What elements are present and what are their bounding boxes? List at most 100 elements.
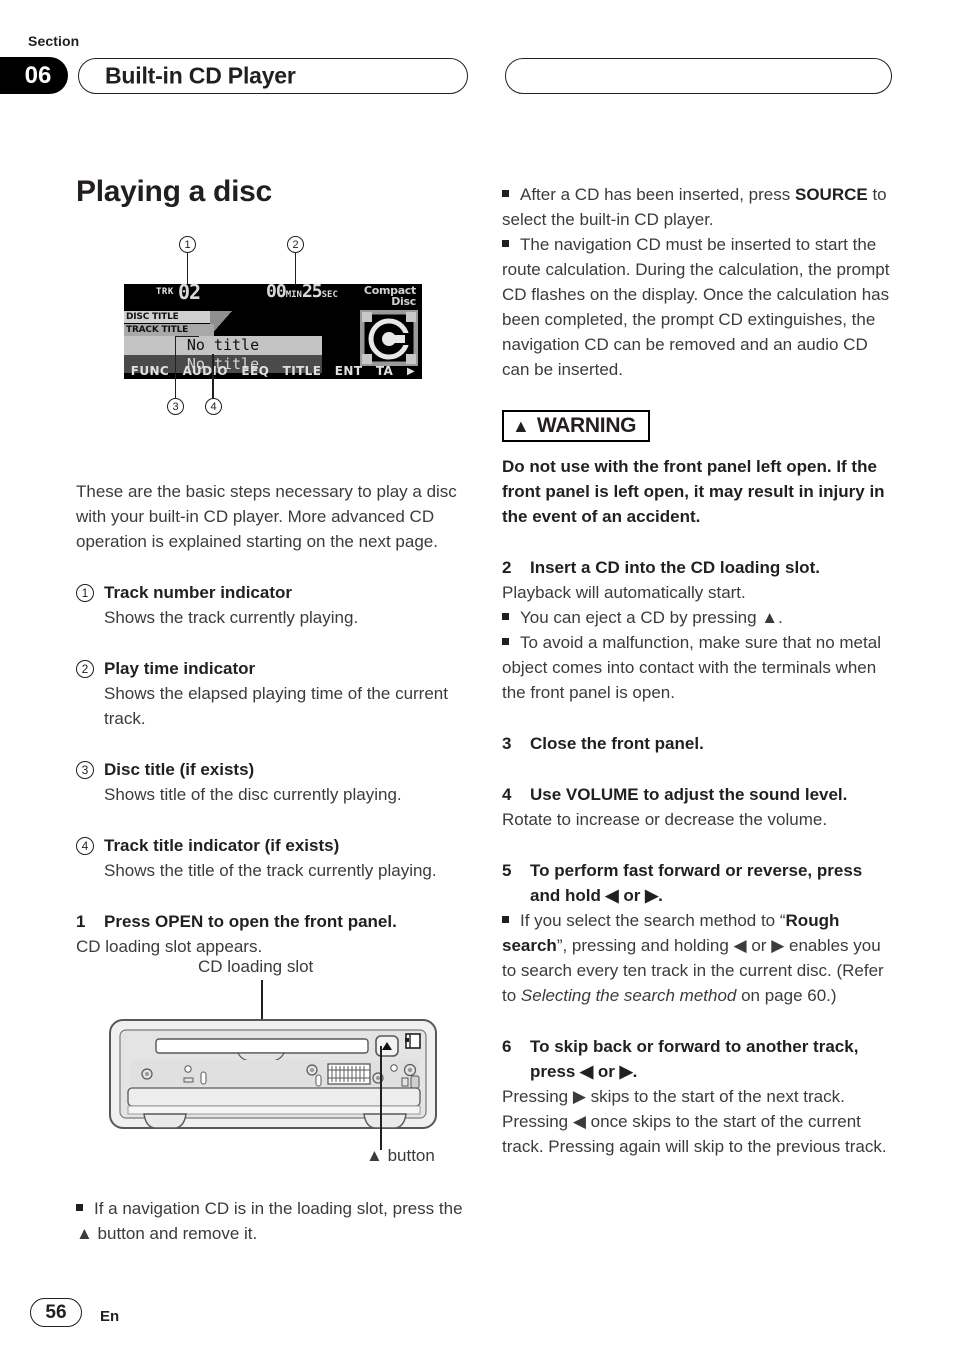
right-column: After a CD has been inserted, press SOUR…: [502, 182, 894, 1159]
lcd-track-title-tag: TRACK TITLE: [124, 324, 214, 336]
step-4-title: Use VOLUME to adjust the sound level.: [530, 785, 848, 804]
lcd-button-audio[interactable]: AUDIO: [176, 364, 235, 378]
eject-icon-inline: ▲: [76, 1224, 93, 1243]
indicator-title-1: Track number indicator: [104, 583, 292, 602]
left-bottom-note: If a navigation CD is in the loading slo…: [76, 1196, 468, 1246]
note-source: After a CD has been inserted, press SOUR…: [502, 185, 887, 229]
lcd-button-ent[interactable]: ENT: [328, 364, 369, 378]
step-6-body: Pressing ▶ skips to the start of the nex…: [502, 1087, 887, 1156]
warning-triangle-icon: ▲: [512, 416, 530, 436]
lcd-button-ta[interactable]: TA: [369, 364, 400, 378]
step-6-title: To skip back or forward to another track…: [530, 1037, 859, 1081]
page-title-header: Built-in CD Player: [105, 62, 296, 89]
lcd-display-figure: 1 2 TRK 02 00MIN25SEC Compact Disc DISC T…: [124, 236, 424, 416]
section-number-badge: 06: [0, 57, 68, 94]
indicator-item-1: 1 Track number indicator Shows the track…: [76, 580, 466, 630]
header-title-pill: Built-in CD Player: [78, 58, 468, 94]
lcd-callout-line-4: [212, 354, 215, 398]
lcd-button-eeq[interactable]: EEQ: [235, 364, 276, 378]
lcd-callout-line-3b: [175, 336, 199, 338]
indicator-item-3: 3 Disc title (if exists) Shows title of …: [76, 757, 466, 807]
step-1-title: Press OPEN to open the front panel.: [104, 912, 397, 931]
lcd-button-func[interactable]: FUNC: [124, 364, 176, 378]
indicator-title-3: Disc title (if exists): [104, 760, 255, 779]
lcd-trk-label: TRK: [156, 287, 174, 297]
lcd-screen: TRK 02 00MIN25SEC Compact Disc DISC TITLE…: [124, 280, 422, 379]
page-footer: 56 En: [30, 1298, 119, 1327]
indicator-desc-2: Shows the elapsed playing time of the cu…: [104, 684, 448, 728]
page-number-badge: 56: [30, 1298, 82, 1327]
lcd-callout-line-3: [175, 336, 177, 398]
step-6: 6 To skip back or forward to another tra…: [502, 1034, 894, 1159]
lcd-callout-4: 4: [205, 398, 222, 415]
lcd-track-number: 02: [178, 280, 201, 304]
indicator-title-2: Play time indicator: [104, 659, 256, 678]
step-5-title: To perform fast forward or reverse, pres…: [530, 861, 863, 905]
manual-page: Section 06 Built-in CD Player Playing a …: [0, 0, 954, 1355]
indicator-item-2: 2 Play time indicator Shows the elapsed …: [76, 656, 466, 731]
step-2-body: Playback will automatically start.: [502, 583, 746, 602]
step-4-number: 4: [502, 785, 512, 804]
bullet-square-icon: [502, 638, 509, 646]
circled-number-3: 3: [76, 761, 94, 779]
indicator-desc-3: Shows title of the disc currently playin…: [104, 785, 402, 804]
lcd-callout-1: 1: [179, 236, 196, 253]
circled-number-1: 1: [76, 584, 94, 602]
step-6-number: 6: [502, 1037, 512, 1056]
disc-icon: [360, 310, 418, 366]
section-label: Section: [28, 33, 80, 49]
page-header: Section 06 Built-in CD Player: [0, 0, 954, 120]
step-3-number: 3: [502, 734, 512, 753]
eject-button-label: ▲ button: [366, 1146, 435, 1165]
warning-body: Do not use with the front panel left ope…: [502, 457, 885, 526]
circled-number-4: 4: [76, 837, 94, 855]
step-2-number: 2: [502, 558, 512, 577]
eject-callout-line: [380, 1046, 382, 1150]
lcd-button-bar: FUNC AUDIO EEQ TITLE ENT TA ▶: [124, 363, 422, 379]
lcd-disc-title-value: No title: [124, 336, 322, 355]
warning-label: WARNING: [536, 414, 637, 437]
note-navigation-cd: The navigation CD must be inserted to st…: [502, 235, 890, 379]
indicator-item-4: 4 Track title indicator (if exists) Show…: [76, 833, 466, 883]
step-2-title: Insert a CD into the CD loading slot.: [530, 558, 820, 577]
step-5-note: If you select the search method to “Roug…: [502, 911, 884, 1005]
step-5: 5 To perform fast forward or reverse, pr…: [502, 858, 894, 1008]
step-4: 4 Use VOLUME to adjust the sound level. …: [502, 782, 894, 832]
nav-cd-note: If a navigation CD is in the loading slo…: [76, 1199, 463, 1243]
search-method-reference: Selecting the search method: [520, 986, 737, 1005]
page-title: Playing a disc: [76, 175, 272, 208]
step-1-number: 1: [76, 912, 86, 931]
eject-icon: ▲: [366, 1146, 383, 1165]
step-3-title: Close the front panel.: [530, 734, 704, 753]
source-keyword: SOURCE: [794, 185, 868, 204]
lcd-more-arrow-icon[interactable]: ▶: [400, 366, 422, 377]
top-notes-list: After a CD has been inserted, press SOUR…: [502, 182, 894, 382]
step-2: 2 Insert a CD into the CD loading slot. …: [502, 555, 894, 705]
indicator-desc-4: Shows the title of the track currently p…: [104, 861, 437, 880]
step-4-body: Rotate to increase or decrease the volum…: [502, 810, 828, 829]
language-code: En: [100, 1308, 120, 1325]
compact-disc-logo: Compact Disc: [363, 284, 416, 308]
indicator-desc-1: Shows the track currently playing.: [104, 608, 359, 627]
step-1: 1 Press OPEN to open the front panel. CD…: [76, 909, 466, 959]
intro-paragraph: These are the basic steps necessary to p…: [76, 482, 457, 551]
lcd-play-time: 00MIN25SEC: [266, 281, 338, 302]
lcd-callout-3: 3: [167, 398, 184, 415]
bullet-square-icon: [76, 1204, 83, 1212]
warning-badge: ▲ WARNING: [502, 410, 651, 442]
step-2-note-2: To avoid a malfunction, make sure that n…: [502, 633, 881, 702]
step-1-body: CD loading slot appears.: [76, 937, 263, 956]
bullet-square-icon: [502, 240, 509, 248]
step-5-number: 5: [502, 861, 512, 880]
bullet-square-icon: [502, 916, 509, 924]
lcd-disc-title-tag: DISC TITLE: [124, 311, 210, 323]
bullet-square-icon: [502, 613, 509, 621]
step-3: 3 Close the front panel.: [502, 731, 894, 756]
step-2-note-1: You can eject a CD by pressing ▲.: [502, 605, 894, 630]
header-empty-pill: [505, 58, 892, 94]
cd-loading-slot-label: CD loading slot: [198, 957, 314, 976]
bullet-square-icon: [502, 190, 509, 198]
lcd-button-title[interactable]: TITLE: [276, 364, 328, 378]
lcd-callout-2: 2: [287, 236, 304, 253]
circled-number-2: 2: [76, 660, 94, 678]
